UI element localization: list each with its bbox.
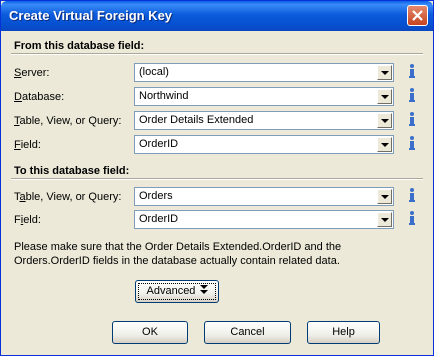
from-table-combo[interactable]: Order Details Extended bbox=[134, 111, 394, 130]
database-dropdown-button[interactable] bbox=[377, 89, 392, 104]
chevron-down-icon bbox=[381, 95, 389, 99]
server-label: Server: bbox=[14, 67, 50, 79]
to-field-combo[interactable]: OrderID bbox=[134, 210, 394, 229]
database-combo[interactable]: Northwind bbox=[134, 87, 394, 106]
to-table-label: Table, View, or Query: bbox=[14, 191, 122, 203]
info-icon[interactable] bbox=[405, 187, 419, 203]
from-separator bbox=[11, 53, 423, 55]
from-field-dropdown-button[interactable] bbox=[377, 137, 392, 152]
from-field-label: Field: bbox=[14, 139, 41, 151]
window-title: Create Virtual Foreign Key bbox=[9, 8, 173, 23]
from-table-dropdown-button[interactable] bbox=[377, 113, 392, 128]
title-bar[interactable]: Create Virtual Foreign Key bbox=[1, 1, 433, 31]
help-button[interactable]: Help bbox=[307, 321, 380, 344]
chevron-down-icon bbox=[381, 218, 389, 222]
info-icon[interactable] bbox=[405, 210, 419, 226]
database-label: Database: bbox=[14, 91, 65, 103]
from-field-value: OrderID bbox=[139, 138, 179, 150]
ok-button[interactable]: OK bbox=[112, 321, 188, 344]
server-combo[interactable]: (local) bbox=[134, 63, 394, 82]
chevron-down-icon bbox=[381, 71, 389, 75]
server-value: (local) bbox=[139, 66, 169, 78]
from-table-value: Order Details Extended bbox=[139, 114, 254, 126]
from-section-title: From this database field: bbox=[14, 40, 145, 52]
info-icon[interactable] bbox=[405, 111, 419, 127]
related-data-note: Please make sure that the Order Details … bbox=[14, 241, 342, 267]
close-button[interactable] bbox=[407, 5, 428, 26]
server-dropdown-button[interactable] bbox=[377, 65, 392, 80]
to-separator bbox=[11, 178, 423, 180]
dialog-window: Create Virtual Foreign Key From this dat… bbox=[0, 0, 434, 356]
to-section-title: To this database field: bbox=[14, 165, 130, 177]
close-icon bbox=[412, 10, 423, 21]
to-field-value: OrderID bbox=[139, 213, 179, 225]
focus-ring bbox=[138, 283, 216, 300]
to-field-dropdown-button[interactable] bbox=[377, 212, 392, 227]
database-value: Northwind bbox=[139, 90, 189, 102]
info-icon[interactable] bbox=[405, 63, 419, 79]
cancel-button[interactable]: Cancel bbox=[204, 321, 291, 344]
to-table-dropdown-button[interactable] bbox=[377, 189, 392, 204]
advanced-button[interactable]: Advanced bbox=[135, 280, 219, 303]
chevron-down-icon bbox=[381, 119, 389, 123]
from-field-combo[interactable]: OrderID bbox=[134, 135, 394, 154]
to-table-value: Orders bbox=[139, 190, 173, 202]
chevron-down-icon bbox=[381, 195, 389, 199]
chevron-down-icon bbox=[381, 143, 389, 147]
to-field-label: Field: bbox=[14, 214, 41, 226]
to-table-combo[interactable]: Orders bbox=[134, 187, 394, 206]
info-icon[interactable] bbox=[405, 135, 419, 151]
from-table-label: Table, View, or Query: bbox=[14, 115, 122, 127]
info-icon[interactable] bbox=[405, 87, 419, 103]
